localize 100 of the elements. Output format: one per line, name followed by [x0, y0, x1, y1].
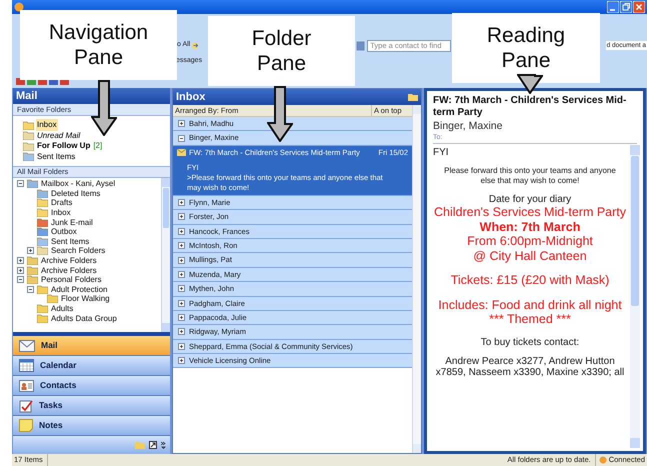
expand-icon[interactable] [178, 228, 185, 235]
callout-label: Folder Pane [250, 26, 312, 76]
favorite-folder[interactable]: Unread Mail [23, 130, 170, 141]
greeting-text: FYI [433, 146, 450, 160]
body-text: Includes: Food and drink all night [437, 298, 623, 312]
collapse-icon[interactable] [17, 276, 24, 284]
folder-label[interactable]: Adults [51, 304, 74, 314]
folder-label[interactable]: Junk E-mail [51, 218, 93, 227]
folder-icon [37, 304, 48, 314]
folder-label[interactable]: Sent Items [51, 236, 90, 246]
scrollbar[interactable] [412, 105, 421, 453]
folder-label[interactable]: Floor Walking [61, 294, 110, 304]
folder-label[interactable]: Personal Folders [41, 275, 102, 284]
folder-icon [23, 152, 34, 162]
expand-icon[interactable] [178, 342, 185, 350]
body-text: *** Themed *** [488, 312, 572, 326]
nav-button[interactable]: Mail [13, 336, 170, 356]
nav-button[interactable]: Calendar [13, 356, 170, 376]
expand-icon[interactable] [178, 270, 185, 278]
nav-button[interactable]: Notes [13, 416, 170, 436]
callout-label: Navigation Pane [48, 20, 150, 70]
folder-icon [37, 246, 48, 256]
pointer-arrow [517, 74, 543, 94]
restore-icon[interactable] [620, 1, 632, 13]
folder-label[interactable]: Archive Folders [41, 266, 97, 275]
pointer-arrow [267, 86, 293, 142]
favorite-folder[interactable]: Sent Items [23, 152, 170, 162]
close-icon[interactable] [633, 1, 645, 13]
pane-header: Inbox [176, 90, 206, 105]
body-text: Please forward this onto your teams and anyone else that may wish to come! [443, 166, 617, 186]
body-text: @ City Hall Canteen [472, 248, 588, 263]
message-sender: Binger, Maxine [433, 119, 504, 133]
scrollbar[interactable] [630, 145, 640, 448]
expand-icon[interactable] [178, 314, 185, 322]
collapse-icon[interactable] [178, 134, 185, 142]
folder-icon [37, 314, 48, 323]
collapse-icon[interactable] [17, 180, 24, 188]
pane-header: Mail [13, 88, 170, 104]
unread-count: [2] [93, 140, 102, 152]
nav-button[interactable]: Tasks [13, 396, 170, 416]
folder-label[interactable]: Outbox [51, 227, 77, 236]
expand-icon[interactable] [178, 198, 185, 206]
folder-icon [408, 93, 418, 101]
checklist-icon [19, 398, 33, 412]
favorite-folder[interactable]: For Follow Up [2] [23, 141, 170, 152]
folder-label[interactable]: Archive Folders [41, 256, 97, 266]
message-subject: FW: 7th March - Children's Services Mid-term Party [433, 95, 628, 119]
app-icon [14, 2, 24, 12]
note-icon [19, 419, 33, 432]
folder-icon [27, 256, 38, 266]
scrollbar[interactable] [161, 178, 170, 332]
body-text: From 6:00pm-Midnight [466, 234, 594, 248]
pointer-arrow [91, 80, 117, 136]
body-text: Date for your diary [488, 194, 572, 205]
callout-label: Reading Pane [486, 23, 566, 73]
folder-icon [23, 120, 34, 130]
folder-icon [37, 227, 48, 236]
folder-icon [47, 294, 58, 304]
expand-icon[interactable] [17, 266, 24, 274]
expand-icon[interactable] [178, 256, 185, 264]
envelope-icon [177, 148, 186, 156]
folder-icon [37, 236, 48, 246]
forward-icon[interactable] [191, 41, 200, 50]
folder-label[interactable]: Adults Data Group [51, 314, 117, 323]
collapse-icon[interactable] [27, 286, 34, 293]
folder-icon [27, 275, 38, 284]
expand-icon[interactable] [17, 257, 24, 264]
folder-icon [37, 188, 48, 198]
nav-button[interactable]: Contacts [13, 376, 170, 396]
folder-icon [37, 198, 48, 208]
folder-label[interactable]: Adult Protection [51, 284, 108, 294]
expand-icon[interactable] [178, 120, 185, 128]
expand-icon[interactable] [27, 247, 34, 254]
connection-icon [598, 456, 607, 464]
body-text: When: 7th March [478, 220, 582, 234]
folder-icon [37, 218, 48, 227]
envelope-icon [19, 340, 35, 352]
body-text: Children's Services Mid-term Party [433, 205, 627, 220]
contact-card-icon [19, 380, 34, 392]
body-text: Tickets: £15 (£20 with Mask) [450, 273, 610, 288]
expand-icon[interactable] [178, 357, 185, 364]
folder-icon [23, 142, 34, 151]
calendar-icon [19, 359, 34, 372]
folder-icon [37, 208, 48, 218]
folder-label[interactable]: Mailbox - Kani, Aysel [41, 179, 116, 188]
minimize-icon[interactable] [607, 1, 619, 13]
body-text: To buy tickets contact: [480, 336, 580, 348]
expand-icon[interactable] [178, 300, 185, 307]
expand-icon[interactable] [178, 213, 185, 220]
folder-label[interactable]: Drafts [51, 198, 72, 208]
expand-icon[interactable] [178, 242, 185, 250]
folder-icon [27, 266, 38, 275]
folder-label[interactable]: Search Folders [51, 246, 106, 256]
folder-label[interactable]: Deleted Items [51, 188, 100, 198]
expand-icon[interactable] [178, 285, 185, 292]
favorite-folder[interactable]: Inbox [23, 120, 170, 130]
shortcut-icon[interactable] [149, 441, 157, 449]
folder-label[interactable]: Inbox [51, 208, 71, 218]
expand-icon[interactable] [178, 328, 185, 336]
chevron-icon[interactable] [161, 441, 166, 449]
